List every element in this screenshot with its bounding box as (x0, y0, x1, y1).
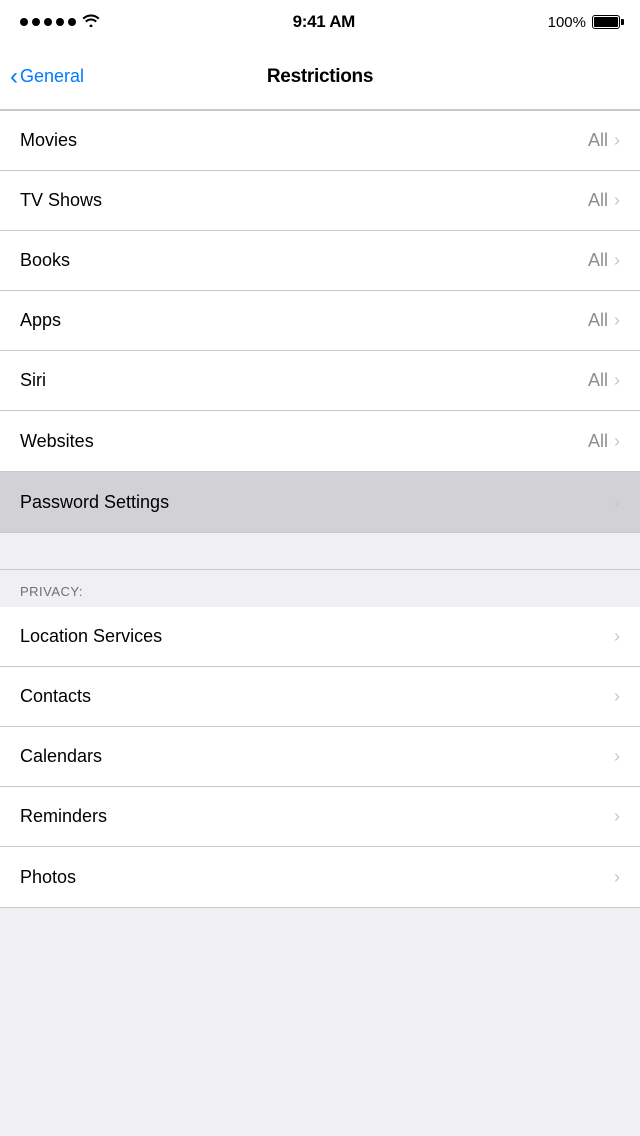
photos-chevron-icon: › (614, 867, 620, 888)
apps-right: All › (588, 310, 620, 331)
apps-value: All (588, 310, 608, 331)
spacer-before-privacy (0, 533, 640, 569)
wifi-icon (82, 13, 100, 32)
reminders-label: Reminders (20, 806, 107, 827)
websites-right: All › (588, 431, 620, 452)
signal-dots (20, 18, 76, 26)
location-services-chevron-icon: › (614, 626, 620, 647)
row-calendars[interactable]: Calendars › (0, 727, 640, 787)
movies-chevron-icon: › (614, 130, 620, 151)
tv-shows-chevron-icon: › (614, 190, 620, 211)
books-value: All (588, 250, 608, 271)
photos-label: Photos (20, 867, 76, 888)
siri-value: All (588, 370, 608, 391)
privacy-section-header: PRIVACY: (0, 569, 640, 607)
apps-chevron-icon: › (614, 310, 620, 331)
battery-icon (592, 15, 620, 29)
location-services-label: Location Services (20, 626, 162, 647)
tv-shows-right: All › (588, 190, 620, 211)
signal-dot-1 (20, 18, 28, 26)
contacts-chevron-icon: › (614, 686, 620, 707)
back-chevron-icon: ‹ (10, 65, 18, 89)
nav-bar: ‹ General Restrictions (0, 44, 640, 110)
contacts-label: Contacts (20, 686, 91, 707)
reminders-chevron-icon: › (614, 806, 620, 827)
movies-label: Movies (20, 130, 77, 151)
calendars-label: Calendars (20, 746, 102, 767)
location-services-right: › (614, 626, 620, 647)
row-tv-shows[interactable]: TV Shows All › (0, 171, 640, 231)
row-location-services[interactable]: Location Services › (0, 607, 640, 667)
signal-dot-5 (68, 18, 76, 26)
row-reminders[interactable]: Reminders › (0, 787, 640, 847)
status-bar-time: 9:41 AM (293, 12, 355, 32)
password-settings-right: › (614, 492, 620, 513)
status-bar-right: 100% (548, 14, 620, 31)
privacy-settings-group: Location Services › Contacts › Calendars… (0, 607, 640, 908)
movies-value: All (588, 130, 608, 151)
password-settings-label: Password Settings (20, 492, 169, 513)
back-button[interactable]: ‹ General (10, 65, 84, 89)
content-settings-group: Movies All › TV Shows All › Books All › … (0, 110, 640, 472)
signal-dot-4 (56, 18, 64, 26)
calendars-right: › (614, 746, 620, 767)
reminders-right: › (614, 806, 620, 827)
battery-percentage: 100% (548, 14, 586, 31)
siri-chevron-icon: › (614, 370, 620, 391)
books-label: Books (20, 250, 70, 271)
password-settings-chevron-icon: › (614, 492, 620, 513)
websites-chevron-icon: › (614, 431, 620, 452)
row-siri[interactable]: Siri All › (0, 351, 640, 411)
signal-dot-3 (44, 18, 52, 26)
password-settings-group: Password Settings › (0, 472, 640, 533)
websites-label: Websites (20, 431, 94, 452)
contacts-right: › (614, 686, 620, 707)
books-chevron-icon: › (614, 250, 620, 271)
row-books[interactable]: Books All › (0, 231, 640, 291)
status-bar: 9:41 AM 100% (0, 0, 640, 44)
books-right: All › (588, 250, 620, 271)
movies-right: All › (588, 130, 620, 151)
row-password-settings[interactable]: Password Settings › (0, 472, 640, 532)
row-photos[interactable]: Photos › (0, 847, 640, 907)
row-contacts[interactable]: Contacts › (0, 667, 640, 727)
apps-label: Apps (20, 310, 61, 331)
tv-shows-label: TV Shows (20, 190, 102, 211)
row-websites[interactable]: Websites All › (0, 411, 640, 471)
tv-shows-value: All (588, 190, 608, 211)
websites-value: All (588, 431, 608, 452)
siri-label: Siri (20, 370, 46, 391)
back-button-label: General (20, 66, 84, 87)
row-movies[interactable]: Movies All › (0, 111, 640, 171)
page-title: Restrictions (267, 66, 373, 88)
photos-right: › (614, 867, 620, 888)
siri-right: All › (588, 370, 620, 391)
signal-dot-2 (32, 18, 40, 26)
calendars-chevron-icon: › (614, 746, 620, 767)
row-apps[interactable]: Apps All › (0, 291, 640, 351)
status-bar-left (20, 13, 100, 32)
